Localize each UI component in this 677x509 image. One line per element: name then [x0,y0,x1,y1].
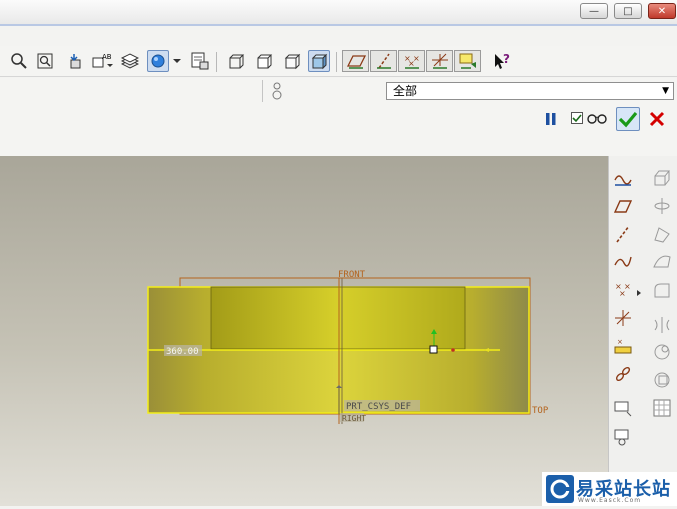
ok-button[interactable] [616,107,640,131]
toolbar-separator [216,52,217,72]
sweep-icon[interactable] [651,223,673,245]
top-label: TOP [532,406,549,416]
feature-toolbar: × × × × [608,156,677,476]
watermark-logo-icon [546,475,574,503]
reference-point [451,348,455,352]
checkmark-icon [618,111,638,128]
svg-text:×: × [619,289,626,298]
dimension-value[interactable]: 360.00 [166,347,199,357]
datum-points-icon[interactable]: × × × [398,50,425,72]
table-icon[interactable] [651,397,673,419]
filter-bar: 全部 ▼ [0,78,677,105]
toolbar-separator [336,52,337,72]
glasses-icon[interactable] [586,112,608,124]
reorient-icon[interactable] [63,50,85,72]
datum-plane-icon[interactable] [612,195,634,217]
menu-divider [0,24,677,26]
filter-separator [262,80,263,102]
drag-handle[interactable] [429,345,438,354]
no-hidden-icon[interactable] [281,50,303,72]
model-canvas[interactable]: FRONT TOP PRT_CSYS_DEF RIGHT 360.00 [0,156,608,506]
flyout-icon[interactable] [634,282,644,304]
maximize-button[interactable]: □ [614,3,642,19]
cancel-icon [649,111,665,127]
minimize-button[interactable]: — [580,3,608,19]
datum-planes-icon[interactable] [342,50,369,72]
front-label: FRONT [338,270,366,280]
analysis-icon[interactable]: × [612,335,634,357]
site-watermark: 易采站长站 Www.Easck.Com [542,472,677,506]
csys-label: PRT_CSYS_DEF [346,402,411,412]
zoom-in-icon[interactable] [8,50,30,72]
wireframe-icon[interactable] [225,50,247,72]
named-view-label: AB [102,53,112,61]
sketch-tool-icon[interactable] [612,167,634,189]
selection-filter-value: 全部 [393,84,418,98]
watermark-subtext: Www.Easck.Com [578,497,642,504]
shading-icon[interactable] [308,50,330,72]
datum-axis-icon[interactable] [612,223,634,245]
close-icon: ✕ [657,5,667,17]
pattern-icon[interactable] [651,341,673,363]
whats-this-icon[interactable]: ? [490,50,512,72]
extrude-icon[interactable] [651,167,673,189]
view-toolbar: AB × × × ? [0,46,677,77]
round-icon[interactable] [651,279,673,301]
annotation-icon[interactable] [612,398,634,420]
svg-text:×: × [617,338,623,346]
display-style-icon[interactable] [147,50,169,72]
smart-filter-icon[interactable] [270,81,284,101]
svg-text:?: ? [503,52,510,66]
blend-icon[interactable] [651,250,673,272]
csys-icon[interactable] [612,307,634,329]
cancel-button[interactable] [647,109,667,129]
right-label: RIGHT [342,414,366,423]
chevron-down-icon: ▼ [662,86,669,96]
shell-icon[interactable] [651,369,673,391]
mirror-icon[interactable] [651,314,673,336]
display-style-dropdown-icon[interactable] [170,50,184,72]
datum-curve-icon[interactable] [612,250,634,272]
annotations-icon[interactable] [454,50,481,72]
layers-icon[interactable] [119,50,141,72]
svg-text:×: × [408,59,415,68]
repaint-icon[interactable] [189,50,211,72]
revolve-icon[interactable] [651,195,673,217]
selection-filter-select[interactable]: 全部 ▼ [386,82,674,100]
pocket-face[interactable] [210,286,466,350]
graphics-viewport[interactable]: FRONT TOP PRT_CSYS_DEF RIGHT 360.00 [0,156,608,506]
annotation-feature-icon[interactable] [612,426,634,448]
coordinate-systems-icon[interactable] [426,50,453,72]
preview-checkbox[interactable] [571,112,583,124]
chain-icon[interactable] [612,363,634,385]
window-titlebar: — □ ✕ [0,0,677,24]
pause-icon[interactable] [543,111,559,127]
maximize-icon: □ [623,5,633,17]
datum-point-icon[interactable]: × × × [612,279,634,301]
named-view-icon[interactable]: AB [91,50,113,72]
datum-axes-icon[interactable] [370,50,397,72]
minimize-icon: — [589,5,599,17]
feature-dashboard [0,104,677,156]
hidden-line-icon[interactable] [253,50,275,72]
refit-icon[interactable] [34,50,56,72]
close-button[interactable]: ✕ [648,3,676,19]
